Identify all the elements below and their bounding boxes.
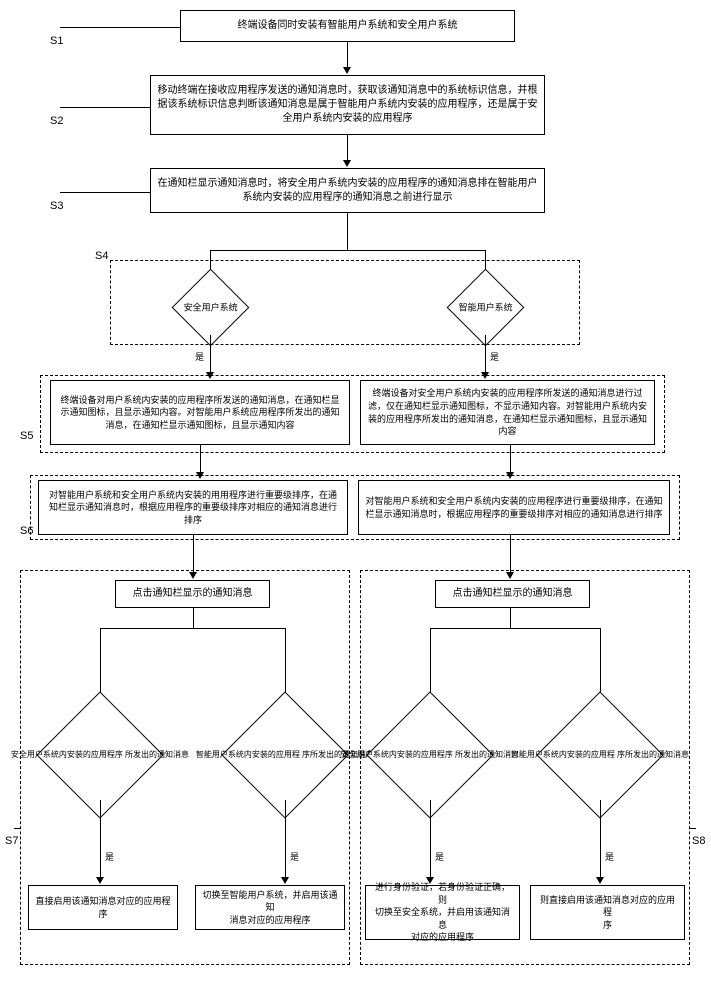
- connector: [510, 445, 511, 475]
- yes-label: 是: [605, 850, 614, 863]
- label-s1: S1: [50, 35, 63, 47]
- yes-label: 是: [490, 350, 499, 363]
- connector: [100, 800, 101, 880]
- box-s7-result-right: 切换至智能用户系统，并启用该通知 消息对应的应用程序: [195, 885, 345, 930]
- box-s6-right: 对智能用户系统和安全用户系统内安装的应用程序进行重要级排序，在通知栏显示通知消息…: [358, 480, 670, 535]
- arrow: [343, 160, 351, 167]
- yes-label: 是: [195, 350, 204, 363]
- label-s7: S7: [5, 835, 18, 847]
- connector: [60, 27, 180, 28]
- label-s4: S4: [95, 250, 108, 262]
- yes-label: 是: [290, 850, 299, 863]
- connector: [14, 828, 20, 829]
- connector: [347, 42, 348, 67]
- connector: [60, 107, 150, 108]
- label-s3: S3: [50, 200, 63, 212]
- connector: [60, 192, 150, 193]
- box-s7-click: 点击通知栏显示的通知消息: [115, 580, 270, 608]
- connector: [510, 535, 511, 575]
- diamond-text: 安全用户系统: [183, 302, 237, 314]
- box-s1: 终端设备同时安装有智能用户系统和安全用户系统: [180, 10, 515, 42]
- connector: [485, 335, 486, 375]
- arrow: [281, 877, 289, 884]
- connector: [430, 800, 431, 880]
- arrow: [596, 877, 604, 884]
- box-s5-right: 终端设备对安全用户系统内安装的应用程序所发送的通知消息进行过滤，仅在通知栏显示通…: [360, 380, 655, 445]
- yes-label: 是: [435, 850, 444, 863]
- connector: [193, 535, 194, 575]
- connector: [690, 828, 696, 829]
- arrow: [96, 877, 104, 884]
- connector: [210, 335, 211, 375]
- connector: [347, 135, 348, 160]
- connector: [210, 250, 485, 251]
- connector: [430, 628, 600, 629]
- connector: [347, 213, 348, 250]
- diamond-text: 智能用户系统: [458, 302, 512, 314]
- box-s7-result-left: 直接启用该通知消息对应的应用程序: [28, 885, 178, 930]
- connector: [200, 445, 201, 475]
- box-s5-left: 终端设备对用户系统内安装的应用程序所发送的通知消息，在通知栏显示通知图标，且显示…: [50, 380, 350, 445]
- box-s8-result-right: 则直接启用该通知消息对应的应用程 序: [530, 885, 685, 940]
- box-s8-click: 点击通知栏显示的通知消息: [435, 580, 590, 608]
- box-s3: 在通知栏显示通知消息时，将安全用户系统内安装的应用程序的通知消息排在智能用户系统…: [150, 168, 545, 213]
- connector: [285, 800, 286, 880]
- diamond-text: 安全用户系统内安装的应用程序 所发出的通知消息: [341, 750, 519, 760]
- box-s8-result-left: 进行身份验证，若身份验证正确，则 切换至安全系统，并启用该通知消息 对应的应用程…: [365, 885, 520, 940]
- box-s6-left: 对智能用户系统和安全用户系统内安装的用用程序进行重要级排序，在通知栏显示通知消息…: [38, 480, 348, 535]
- connector: [600, 800, 601, 880]
- label-s8: S8: [692, 835, 705, 847]
- diamond-text: 安全用户系统内安装的应用程序 所发出的通知消息: [11, 750, 189, 760]
- label-s5: S5: [20, 430, 33, 442]
- diamond-text: 智能用户系统内安装的应用程 序所发出的通知消息: [511, 750, 689, 760]
- connector: [510, 608, 511, 628]
- label-s2: S2: [50, 115, 63, 127]
- connector: [100, 628, 285, 629]
- connector: [193, 608, 194, 628]
- box-s2: 移动终端在接收应用程序发送的通知消息时，获取该通知消息中的系统标识信息，并根据该…: [150, 75, 545, 135]
- arrow: [343, 67, 351, 74]
- yes-label: 是: [105, 850, 114, 863]
